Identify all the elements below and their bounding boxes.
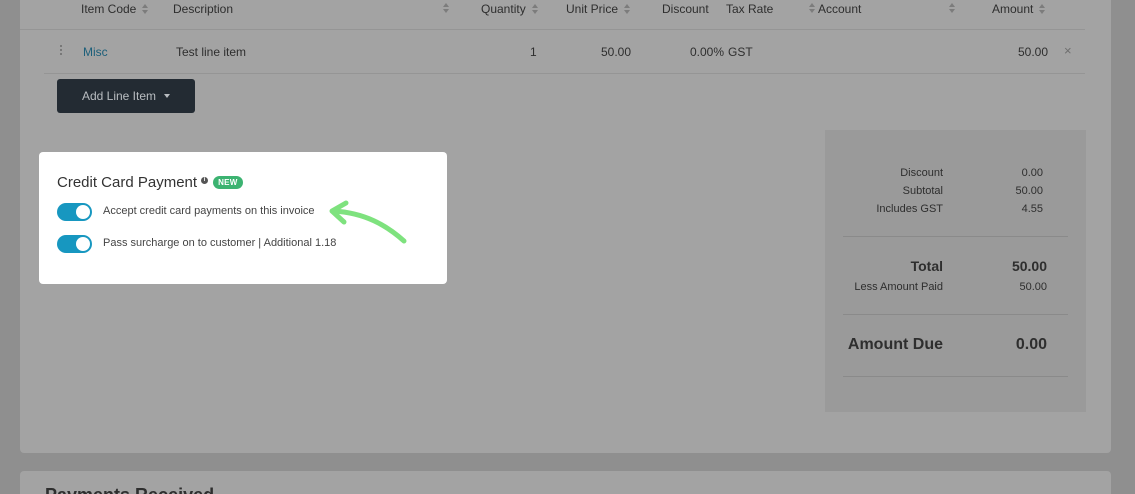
- info-icon[interactable]: i: [201, 177, 209, 184]
- discount-label: Discount: [900, 167, 943, 179]
- remove-row-icon[interactable]: ×: [1064, 43, 1072, 58]
- col-item-code[interactable]: Item Code: [81, 2, 149, 16]
- drag-handle-icon[interactable]: [60, 45, 63, 57]
- col-quantity[interactable]: Quantity: [481, 2, 538, 16]
- gst-value: 4.55: [1021, 203, 1043, 215]
- sort-icon[interactable]: [443, 3, 449, 13]
- col-discount[interactable]: Discount: [662, 2, 709, 16]
- section-title: Payments Received: [45, 485, 214, 494]
- accept-cc-toggle[interactable]: [57, 203, 92, 221]
- sort-icon: [142, 4, 149, 14]
- gst-label: Includes GST: [876, 203, 943, 215]
- row-tax-rate[interactable]: GST: [728, 45, 753, 59]
- item-code-link[interactable]: Misc: [83, 45, 108, 59]
- total-value: 50.00: [1011, 258, 1047, 274]
- total-label: Total: [910, 258, 943, 274]
- discount-value: 0.00: [1021, 167, 1043, 179]
- paid-label: Less Amount Paid: [854, 281, 943, 293]
- sort-icon[interactable]: [809, 3, 815, 13]
- popup-title: Credit Card Payment i NEW: [57, 174, 243, 191]
- accept-cc-label: Accept credit card payments on this invo…: [103, 205, 315, 217]
- add-line-item-button[interactable]: Add Line Item: [57, 79, 195, 113]
- subtotal-value: 50.00: [1015, 185, 1043, 197]
- col-unit-price[interactable]: Unit Price: [566, 2, 631, 16]
- totals-panel: Discount 0.00 Subtotal 50.00 Includes GS…: [825, 130, 1086, 412]
- subtotal-label: Subtotal: [902, 185, 943, 197]
- row-quantity[interactable]: 1: [530, 45, 537, 59]
- col-amount[interactable]: Amount: [992, 2, 1046, 16]
- table-row: Misc Test line item 1 50.00 0.00% GST 50…: [44, 31, 1085, 74]
- surcharge-label: Pass surcharge on to customer | Addition…: [103, 237, 337, 249]
- col-account[interactable]: Account: [818, 2, 861, 16]
- row-unit-price[interactable]: 50.00: [601, 45, 631, 59]
- payments-received-card: Payments Received: [20, 471, 1111, 494]
- row-description[interactable]: Test line item: [176, 45, 246, 59]
- surcharge-toggle[interactable]: [57, 235, 92, 253]
- new-badge: NEW: [213, 176, 243, 189]
- line-items-header: Item Code Description Quantity Unit Pric…: [20, 0, 1085, 30]
- divider: [843, 376, 1068, 377]
- row-amount: 50.00: [1018, 45, 1049, 59]
- divider: [843, 314, 1068, 315]
- sort-icon: [624, 4, 631, 14]
- caret-down-icon: [164, 94, 171, 98]
- amount-due-value: 0.00: [1015, 336, 1047, 353]
- sort-icon: [1039, 4, 1046, 14]
- sort-icon[interactable]: [949, 3, 955, 13]
- paid-value: 50.00: [1019, 281, 1047, 293]
- col-tax-rate[interactable]: Tax Rate: [726, 2, 773, 16]
- divider: [843, 236, 1068, 237]
- sort-icon: [531, 4, 538, 14]
- pointer-arrow-icon: [329, 200, 407, 244]
- amount-due-label: Amount Due: [847, 336, 943, 353]
- row-discount[interactable]: 0.00%: [690, 45, 724, 59]
- col-description[interactable]: Description: [173, 2, 233, 16]
